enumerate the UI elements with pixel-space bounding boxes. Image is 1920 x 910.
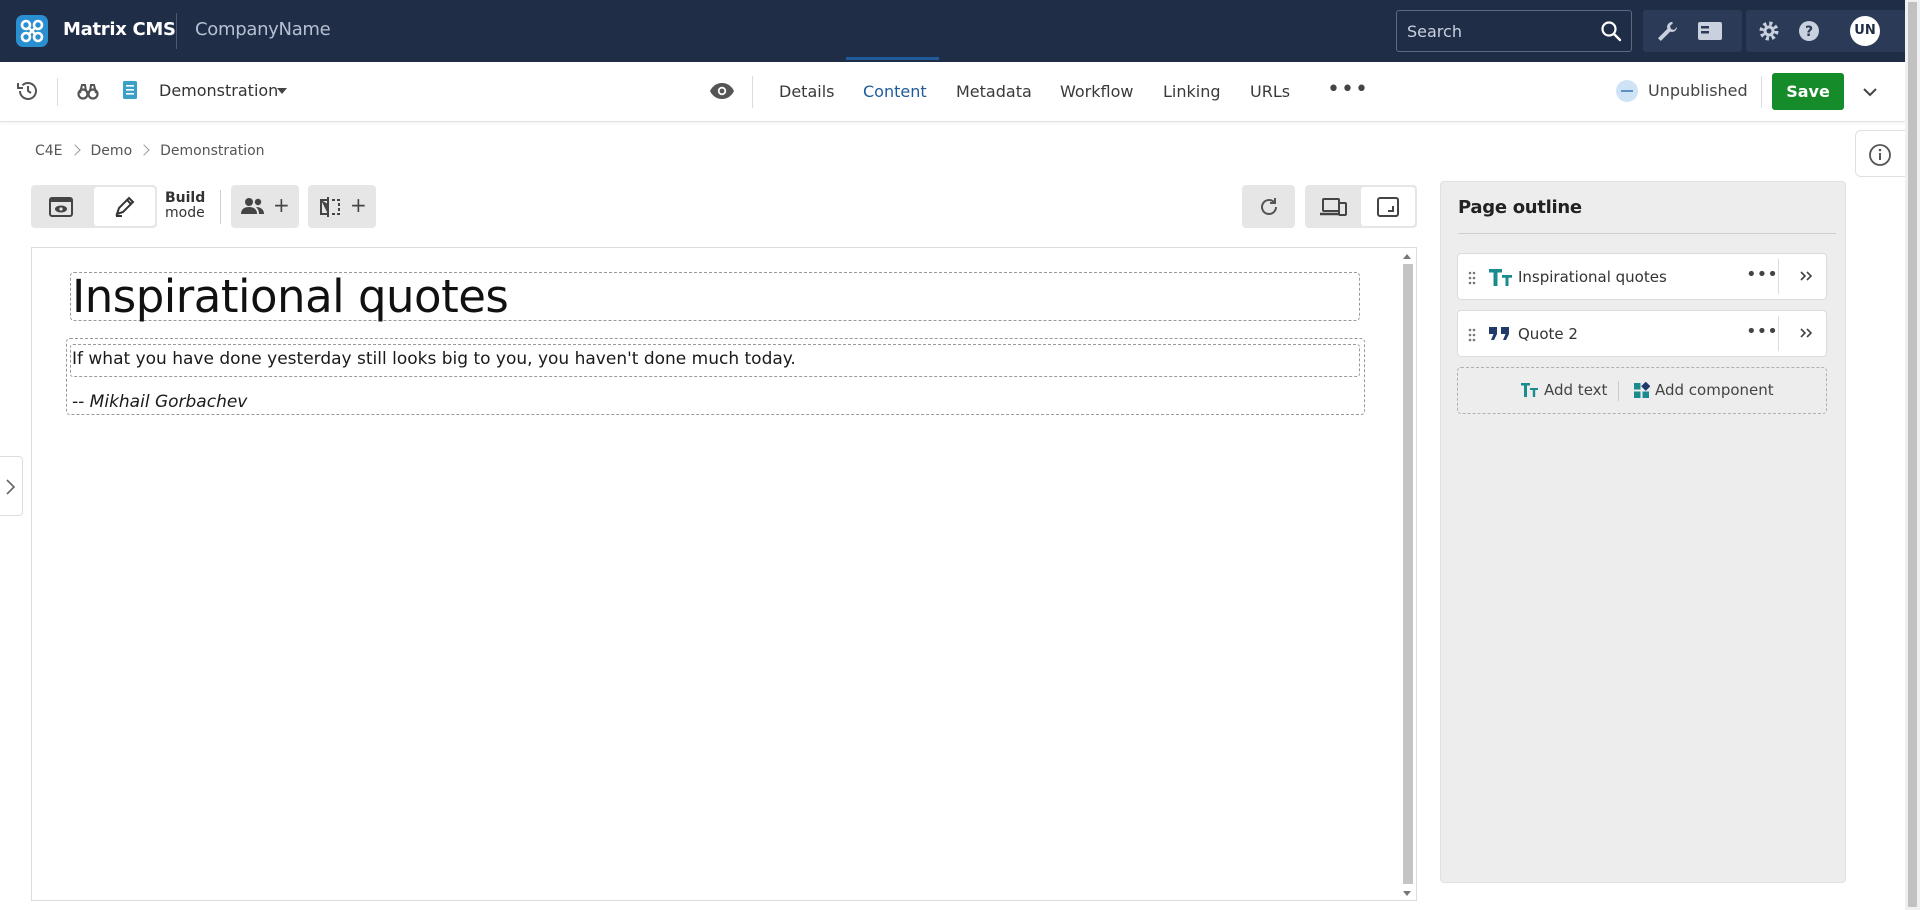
svg-text:?: ?: [1805, 24, 1813, 40]
item-divider: [1778, 316, 1779, 351]
quote-text[interactable]: If what you have done yesterday still lo…: [72, 349, 796, 369]
users-icon: [240, 195, 266, 221]
tab-urls[interactable]: URLs: [1250, 82, 1290, 101]
outline-item-label: Quote 2: [1518, 325, 1578, 343]
breadcrumb-item[interactable]: Demo: [91, 143, 133, 159]
quote-author[interactable]: -- Mikhail Gorbachev: [72, 392, 247, 412]
page-outline-title: Page outline: [1458, 197, 1582, 218]
scroll-up-arrow[interactable]: [1403, 254, 1411, 259]
toolbar-divider: [752, 76, 753, 108]
add-divider: [1618, 381, 1619, 401]
history-icon[interactable]: [16, 79, 40, 107]
add-component-button[interactable]: Add component: [1655, 381, 1774, 399]
gear-icon[interactable]: [1756, 20, 1782, 42]
info-icon: [1869, 144, 1891, 166]
help-icon[interactable]: ?: [1796, 20, 1822, 42]
editor-controls-divider: [220, 190, 221, 224]
app-name[interactable]: Matrix CMS: [63, 19, 176, 40]
binoculars-icon[interactable]: [77, 80, 99, 106]
search-icon[interactable]: [1600, 20, 1622, 42]
search-input[interactable]: [1396, 10, 1632, 52]
drag-handle-icon[interactable]: [1468, 327, 1476, 342]
info-button[interactable]: [1855, 130, 1905, 177]
double-chevron-right-icon[interactable]: [1798, 325, 1814, 341]
page-asset-icon: [122, 80, 138, 104]
add-variation-button[interactable]: +: [308, 185, 376, 228]
item-divider: [1778, 259, 1779, 294]
asset-name-dropdown[interactable]: Demonstration: [159, 81, 278, 100]
chevron-right-icon: [6, 479, 16, 495]
double-chevron-right-icon[interactable]: [1798, 268, 1814, 284]
refresh-button[interactable]: [1242, 185, 1295, 228]
wrench-icon[interactable]: [1655, 20, 1681, 42]
add-collaborator-button[interactable]: +: [231, 185, 299, 228]
toolbar-divider: [57, 78, 58, 106]
user-tools-group: ? UN: [1746, 10, 1906, 52]
panel-icon[interactable]: [1697, 20, 1723, 42]
scrollbar-thumb[interactable]: [1403, 264, 1413, 884]
matrix-logo-icon[interactable]: [16, 15, 48, 47]
build-mode-label: Build mode: [165, 190, 206, 221]
outline-divider: [1458, 233, 1836, 234]
status-badge[interactable]: Unpublished: [1648, 81, 1748, 100]
more-tabs-button[interactable]: •••: [1327, 79, 1369, 101]
breadcrumb-item[interactable]: Demonstration: [160, 143, 264, 159]
tab-content[interactable]: Content: [863, 82, 927, 101]
item-menu-button[interactable]: •••: [1746, 264, 1778, 285]
chevron-right-icon: [138, 144, 150, 156]
user-avatar[interactable]: UN: [1850, 16, 1880, 46]
plus-icon: +: [273, 193, 290, 217]
fullscreen-button[interactable]: [1361, 187, 1415, 226]
tab-metadata[interactable]: Metadata: [956, 82, 1032, 101]
build-mode-button[interactable]: [94, 187, 155, 226]
outline-item-quote-2[interactable]: Quote 2 •••: [1457, 310, 1827, 357]
breadcrumb: C4E Demo Demonstration: [35, 143, 265, 159]
chevron-right-icon: [68, 144, 81, 156]
quote-icon: [1488, 324, 1512, 348]
expand-icon: [1377, 196, 1399, 222]
add-text-button[interactable]: Add text: [1544, 381, 1607, 399]
outline-item-inspirational-quotes[interactable]: Inspirational quotes •••: [1457, 253, 1827, 300]
top-navigation-bar: Matrix CMS CompanyName ? UN: [0, 0, 1920, 62]
add-component-icon[interactable]: [1633, 381, 1651, 403]
compare-icon: [319, 195, 341, 223]
drag-handle-icon[interactable]: [1468, 270, 1476, 285]
devices-icon[interactable]: [1319, 196, 1347, 222]
topbar-divider: [176, 13, 177, 49]
chevron-down-icon[interactable]: [1862, 84, 1878, 100]
preview-mode-icon[interactable]: [49, 196, 73, 222]
refresh-icon: [1258, 196, 1280, 222]
page-heading[interactable]: Inspirational quotes: [72, 270, 509, 323]
text-type-icon: [1488, 266, 1514, 292]
outline-item-label: Inspirational quotes: [1518, 268, 1667, 286]
chevron-down-icon[interactable]: [277, 88, 287, 94]
asset-toolbar: Demonstration Details Content Metadata W…: [0, 62, 1905, 122]
admin-tools-group: [1643, 10, 1742, 52]
pencil-icon: [113, 196, 137, 222]
unpublished-status-icon: [1616, 80, 1638, 102]
tab-workflow[interactable]: Workflow: [1060, 82, 1133, 101]
item-menu-button[interactable]: •••: [1746, 321, 1778, 342]
add-text-icon[interactable]: [1521, 382, 1539, 402]
toolbar-divider: [1761, 76, 1762, 108]
plus-icon: +: [350, 193, 367, 217]
scroll-down-arrow[interactable]: [1403, 891, 1411, 896]
eye-icon[interactable]: [709, 80, 735, 106]
active-tab-indicator: [846, 57, 939, 60]
canvas-scrollbar[interactable]: [1400, 252, 1415, 898]
window-scrollbar-thumb[interactable]: [1908, 2, 1917, 907]
tab-linking[interactable]: Linking: [1163, 82, 1221, 101]
company-name[interactable]: CompanyName: [195, 19, 331, 40]
viewport-toggle: [1305, 185, 1417, 228]
breadcrumb-item[interactable]: C4E: [35, 143, 63, 159]
save-button[interactable]: Save: [1772, 73, 1844, 110]
expand-left-panel-button[interactable]: [0, 456, 23, 516]
tab-details[interactable]: Details: [779, 82, 834, 101]
